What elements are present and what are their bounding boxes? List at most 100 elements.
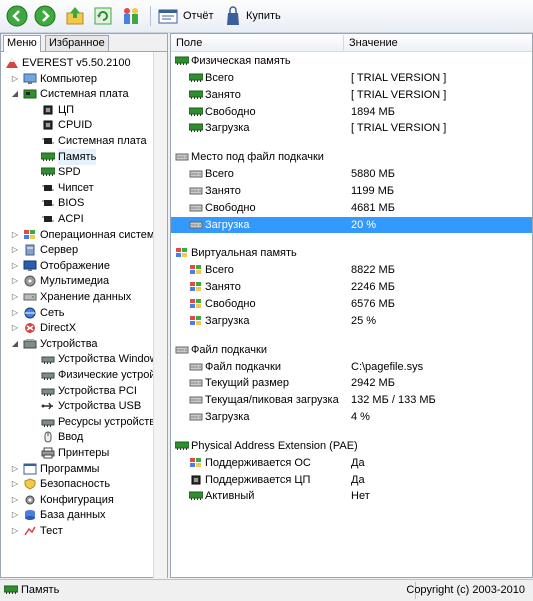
expand-arrow-icon[interactable]: ▷ — [11, 320, 19, 336]
tree-item-label: Программы — [40, 462, 100, 475]
section-header[interactable]: Файл подкачки — [171, 342, 532, 358]
memory-icon — [174, 55, 190, 67]
field-label: Свободно — [205, 298, 256, 310]
tab-bar: Меню Избранное — [1, 34, 167, 52]
field-label: Всего — [205, 72, 234, 84]
report-icon[interactable] — [157, 5, 179, 27]
copyright-text: Copyright (c) 2003-2010 — [406, 584, 525, 596]
printer-icon — [41, 447, 55, 459]
detail-row[interactable]: Всего [ TRIAL VERSION ] — [171, 70, 532, 86]
expand-arrow-icon[interactable]: ▷ — [11, 227, 19, 243]
field-value: 1894 МБ — [351, 105, 395, 118]
detail-row[interactable]: Всего 5880 МБ — [171, 166, 532, 182]
expand-arrow-icon[interactable]: ▷ — [11, 476, 19, 492]
mouse-icon — [41, 431, 55, 443]
field-value: [ TRIAL VERSION ] — [351, 72, 447, 84]
section-header[interactable]: Физическая память — [171, 53, 532, 69]
expand-arrow-icon[interactable]: ▷ — [11, 258, 19, 274]
column-field-header[interactable]: Поле — [176, 37, 202, 49]
section-title: Physical Address Extension (PAE) — [191, 439, 358, 452]
detail-row[interactable]: Свободно 6576 МБ — [171, 296, 532, 312]
buy-button[interactable]: Купить — [246, 10, 281, 22]
expand-arrow-icon[interactable]: ▷ — [11, 523, 19, 539]
field-value: 2942 МБ — [351, 377, 395, 390]
section-header[interactable]: Место под файл подкачки — [171, 149, 532, 165]
expand-arrow-icon[interactable]: ▷ — [11, 273, 19, 289]
collapse-arrow-icon[interactable]: ◢ — [11, 336, 19, 352]
detail-row[interactable]: Всего 8822 МБ — [171, 262, 532, 278]
toolbar: Отчёт Купить — [0, 0, 533, 33]
tab-favorites[interactable]: Избранное — [45, 35, 109, 51]
section-header[interactable]: Physical Address Extension (PAE) — [171, 438, 532, 454]
windows-icon — [189, 298, 203, 310]
column-value-header[interactable]: Значение — [349, 37, 398, 49]
cpu-icon — [41, 119, 55, 131]
memory-icon — [188, 72, 204, 84]
disk-icon — [189, 168, 203, 180]
expand-arrow-icon[interactable]: ▷ — [11, 71, 19, 87]
expand-arrow-icon[interactable]: ▷ — [11, 507, 19, 523]
detail-row[interactable]: Занято 2246 МБ — [171, 279, 532, 295]
memory-icon — [188, 89, 204, 101]
memory-icon — [40, 151, 56, 163]
disk-icon — [189, 377, 203, 389]
report-button[interactable]: Отчёт — [183, 10, 213, 22]
field-label: Поддерживается ЦП — [205, 473, 311, 486]
users-button[interactable] — [120, 5, 142, 27]
detail-row[interactable]: Занято 1199 МБ — [171, 183, 532, 199]
field-value: 20 % — [351, 218, 377, 231]
field-value: 5880 МБ — [351, 168, 395, 181]
cpu-icon — [189, 474, 203, 486]
collapse-arrow-icon[interactable]: ◢ — [11, 86, 19, 102]
windows-icon — [189, 281, 203, 293]
expand-arrow-icon[interactable]: ▷ — [11, 305, 19, 321]
detail-row[interactable]: Свободно 1894 МБ — [171, 104, 532, 120]
tree-item-label: Ресурсы устройств — [58, 415, 156, 428]
disk-icon — [189, 394, 203, 406]
detail-row[interactable]: Поддерживается ОС Да — [171, 455, 532, 471]
detail-row[interactable]: Текущий размер 2942 МБ — [171, 375, 532, 391]
detail-row[interactable]: Файл подкачки C:\pagefile.sys — [171, 359, 532, 375]
field-label: Свободно — [205, 105, 256, 118]
tree-item-label: Устройства PCI — [58, 384, 137, 397]
field-label: Всего — [205, 264, 234, 277]
detail-row[interactable]: Поддерживается ЦП Да — [171, 472, 532, 488]
tab-menu[interactable]: Меню — [3, 35, 41, 52]
expand-arrow-icon[interactable]: ▷ — [11, 461, 19, 477]
detail-row[interactable]: Активный Нет — [171, 488, 532, 504]
computer-icon — [23, 73, 37, 85]
disk-icon — [189, 411, 203, 423]
windows-icon — [189, 457, 203, 469]
tree-item-label: ACPI — [58, 213, 84, 225]
tree-item-label: Устройства Windows — [58, 353, 164, 366]
detail-row[interactable]: Загрузка [ TRIAL VERSION ] — [171, 120, 532, 136]
column-divider[interactable] — [343, 35, 344, 50]
detail-row[interactable]: Текущая/пиковая загрузка 132 МБ / 133 МБ — [171, 392, 532, 408]
tree-item-label: Хранение данных — [40, 291, 132, 303]
expand-arrow-icon[interactable]: ▷ — [11, 289, 19, 305]
section-title: Виртуальная память — [191, 247, 297, 260]
section-header[interactable]: Виртуальная память — [171, 245, 532, 261]
usb-icon — [41, 400, 55, 412]
tree-scrollbar[interactable] — [153, 52, 167, 578]
device-icon — [41, 385, 55, 397]
buy-icon[interactable] — [224, 5, 242, 27]
field-value: C:\pagefile.sys — [351, 360, 424, 373]
detail-row[interactable]: Загрузка 4 % — [171, 409, 532, 425]
back-button[interactable] — [6, 5, 28, 27]
security-icon — [23, 478, 37, 490]
field-value: [ TRIAL VERSION ] — [351, 88, 447, 101]
expand-arrow-icon[interactable]: ▷ — [11, 492, 19, 508]
detail-row[interactable]: Загрузка 25 % — [171, 313, 532, 329]
memory-icon — [40, 166, 56, 178]
section-title: Физическая память — [191, 55, 291, 67]
detail-row[interactable]: Занято [ TRIAL VERSION ] — [171, 87, 532, 103]
expand-arrow-icon[interactable]: ▷ — [11, 242, 19, 258]
forward-button[interactable] — [34, 5, 56, 27]
detail-row[interactable]: Свободно 4681 МБ — [171, 200, 532, 216]
config-icon — [23, 494, 37, 506]
up-folder-button[interactable] — [64, 5, 86, 27]
tree-item-label: Сервер — [40, 244, 79, 257]
detail-row[interactable]: Загрузка 20 % — [171, 216, 532, 233]
refresh-button[interactable] — [92, 5, 114, 27]
